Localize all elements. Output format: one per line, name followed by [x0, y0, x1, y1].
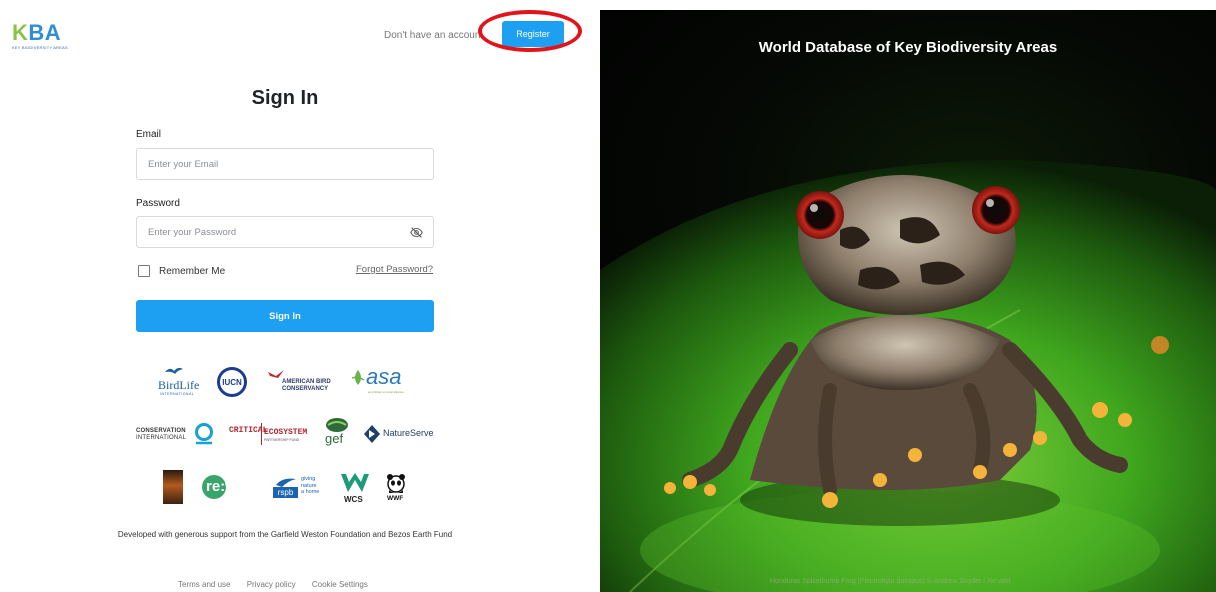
cookie-settings-link[interactable]: Cookie Settings [312, 580, 368, 589]
ci-line2: INTERNATIONAL [136, 435, 187, 441]
birdlife-name: BirdLife [158, 378, 200, 392]
abc-line1: AMERICAN BIRD [282, 379, 331, 385]
page-title: Sign In [251, 87, 319, 109]
remember-me[interactable]: Remember Me [138, 265, 225, 277]
panda-icon [387, 474, 405, 493]
terms-link[interactable]: Terms and use [178, 580, 230, 589]
ci-circle-icon [195, 423, 213, 445]
iucn-name: IUCN [217, 367, 247, 397]
birdlife-sub: INTERNATIONAL [160, 392, 195, 396]
footer-links: Terms and use Privacy policy Cookie Sett… [178, 580, 382, 589]
wwf-name: WWF [387, 495, 404, 502]
rspb-tagline: giving nature a home [301, 476, 319, 496]
wwf-logo: WWF [385, 472, 411, 506]
rspb-logo: rspb giving nature a home [273, 475, 329, 501]
natureserve-name: NatureServe [383, 428, 434, 438]
bird-icon [165, 367, 183, 374]
ci-line1: CONSERVATION [136, 428, 186, 434]
password-field[interactable]: Enter your Password [136, 216, 434, 248]
login-panel: KBA KEY BIODIVERSITY AREAS Don't have an… [0, 0, 600, 592]
cepf-line2: ECOSYSTEM [264, 428, 308, 437]
logo-letters-ba: BA [28, 20, 62, 45]
email-field[interactable]: Enter your Email [136, 148, 434, 180]
wcs-logo: WCS [339, 472, 371, 506]
remember-checkbox[interactable] [138, 265, 150, 277]
support-statement: Developed with generous support from the… [117, 530, 453, 539]
rspb-name: rspb [273, 487, 298, 498]
asa-name: asa [366, 364, 402, 389]
logo-letter-k: K [12, 20, 29, 45]
kba-logo[interactable]: KBA KEY BIODIVERSITY AREAS [12, 20, 68, 51]
sign-in-button[interactable]: Sign In [136, 300, 434, 332]
cepf-logo: CRITICAL ECOSYSTEM PARTNERSHIP FUND [229, 423, 309, 451]
hero-title: World Database of Key Biodiversity Areas [758, 39, 1058, 56]
password-placeholder: Enter your Password [148, 227, 237, 238]
account-prompt: Don't have an accoun [384, 30, 481, 41]
register-button[interactable]: Register [502, 21, 564, 47]
photo-credit: Honduras Spikethumb Frog (Plectrohyla da… [770, 578, 1011, 585]
rewild-logo: re:wild [202, 475, 260, 501]
privacy-link[interactable]: Privacy policy [247, 580, 296, 589]
cepf-sub: PARTNERSHIP FUND [264, 438, 300, 442]
frog-left-eye [796, 191, 844, 239]
iucn-logo: IUCN [217, 367, 249, 397]
logo-subtitle: KEY BIODIVERSITY AREAS [12, 45, 68, 50]
gef-logo: gef [322, 417, 354, 451]
asa-sub: amphibian survival alliance [368, 390, 404, 394]
remember-label: Remember Me [159, 265, 226, 277]
conservation-international-logo: CONSERVATION INTERNATIONAL [136, 423, 216, 448]
wcs-w-icon [341, 473, 369, 492]
email-label: Email [136, 129, 162, 140]
password-label: Password [136, 198, 180, 209]
frog-photo [600, 160, 1216, 592]
natureserve-icon [364, 425, 380, 443]
rspb-tag3: a home [301, 489, 320, 495]
cepf-divider [261, 423, 262, 445]
gef-name: gef [325, 431, 344, 446]
hero-panel: World Database of Key Biodiversity Areas… [600, 10, 1216, 592]
american-bird-conservancy-logo: AMERICAN BIRD CONSERVANCY [268, 370, 340, 396]
asa-logo: asa amphibian survival alliance [350, 364, 414, 398]
frog-right-eye [972, 186, 1020, 234]
eye-off-icon[interactable] [410, 226, 423, 239]
book-cover-image [163, 470, 183, 504]
natureserve-logo: NatureServe [363, 424, 437, 446]
book-cover-logo [163, 470, 185, 504]
leaf-icon [351, 370, 365, 385]
abc-line2: CONSERVANCY [282, 386, 329, 392]
rewild-name: re:wild [206, 478, 255, 495]
wcs-name: WCS [344, 495, 363, 504]
forgot-password-link[interactable]: Forgot Password? [356, 264, 433, 275]
email-placeholder: Enter your Email [148, 159, 219, 170]
